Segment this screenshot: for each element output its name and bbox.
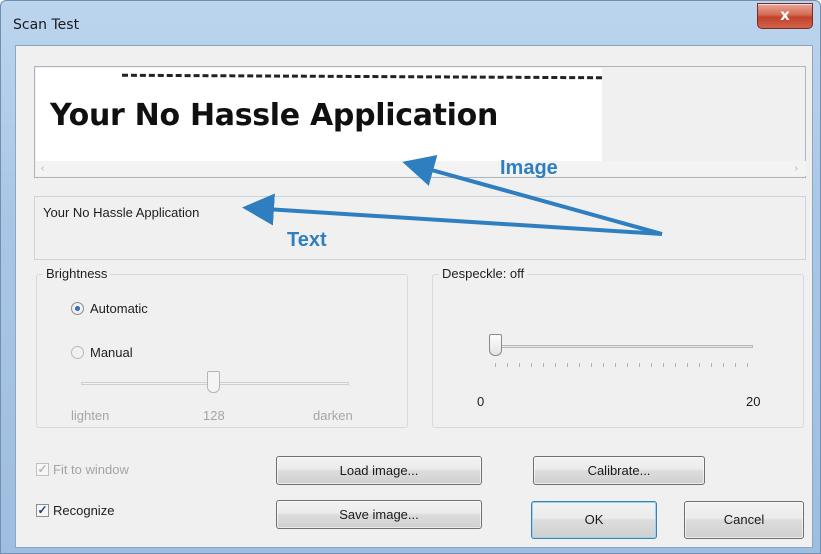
scroll-right-icon[interactable]: › [795,161,798,176]
title-bar[interactable]: Scan Test x [1,1,820,43]
scanned-image-text: Your No Hassle Application [50,98,499,133]
despeckle-slider-thumb[interactable] [489,334,502,356]
ok-button[interactable]: OK [531,501,657,539]
radio-manual-indicator[interactable] [71,346,84,359]
radio-automatic-label: Automatic [90,301,148,316]
close-icon: x [780,6,790,24]
scan-test-window: Scan Test x Your No Hassle Application ‹… [0,0,821,554]
radio-automatic[interactable]: Automatic [71,301,148,316]
fit-to-window-checkbox[interactable]: ✓ Fit to window [36,462,129,477]
despeckle-slider-track[interactable] [489,345,753,348]
despeckle-slider-ticks [495,363,757,367]
despeckle-max-label: 20 [746,394,761,409]
recognize-label: Recognize [53,503,115,518]
dialog-client-area: Your No Hassle Application ‹ › Your No H… [15,45,813,548]
despeckle-min-label: 0 [477,394,485,409]
recognize-check-icon[interactable]: ✓ [36,504,49,517]
scanned-image-dash-line [121,73,602,82]
despeckle-label: Despeckle: off [439,266,528,281]
window-title: Scan Test [13,17,80,33]
brightness-max-label: darken [313,408,353,423]
radio-manual[interactable]: Manual [71,345,133,360]
brightness-slider-thumb[interactable] [207,371,220,393]
close-button[interactable]: x [757,3,813,29]
image-annotation-label: Image [500,157,558,179]
despeckle-group: Despeckle: off 0 20 [432,266,804,428]
brightness-value-label: 128 [203,408,225,423]
text-annotation-label: Text [287,229,327,251]
ocr-text: Your No Hassle Application [43,205,200,220]
image-horizontal-scrollbar[interactable]: ‹ › [36,161,806,176]
brightness-label: Brightness [43,266,111,281]
fit-to-window-check-icon[interactable]: ✓ [36,463,49,476]
ocr-text-panel[interactable]: Your No Hassle Application [34,196,806,260]
radio-manual-label: Manual [90,345,133,360]
cancel-button[interactable]: Cancel [684,501,804,539]
load-image-button[interactable]: Load image... [276,456,482,485]
brightness-min-label: lighten [71,408,110,423]
scroll-left-icon[interactable]: ‹ [41,161,44,176]
fit-to-window-label: Fit to window [53,462,129,477]
scanned-image: Your No Hassle Application [36,68,602,162]
save-image-button[interactable]: Save image... [276,500,482,529]
radio-automatic-indicator[interactable] [71,302,84,315]
recognize-checkbox[interactable]: ✓ Recognize [36,503,114,518]
calibrate-button[interactable]: Calibrate... [533,456,705,485]
image-preview-panel: Your No Hassle Application ‹ › [34,66,806,178]
brightness-group: Brightness Automatic Manual lighten 128 … [36,266,408,428]
